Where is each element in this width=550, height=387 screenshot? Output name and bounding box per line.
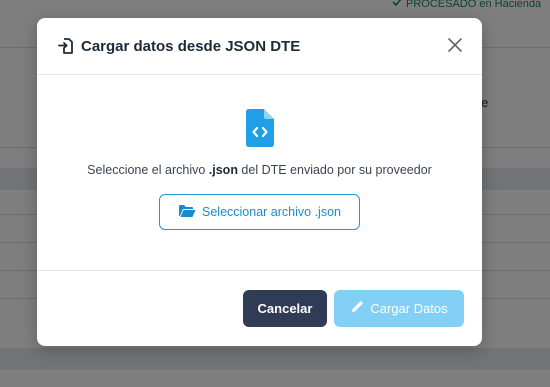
load-data-label: Cargar Datos: [370, 301, 448, 316]
instruction-extension: .json: [208, 163, 238, 177]
close-icon: [448, 37, 462, 55]
pencil-icon: [350, 300, 364, 317]
file-code-icon: [246, 109, 274, 147]
select-file-label: Seleccionar archivo .json: [202, 205, 341, 219]
instruction-prefix: Seleccione el archivo: [87, 163, 209, 177]
close-button[interactable]: [444, 35, 466, 57]
cancel-button[interactable]: Cancelar: [243, 290, 327, 327]
load-data-button[interactable]: Cargar Datos: [334, 290, 464, 327]
modal-header: Cargar datos desde JSON DTE: [37, 18, 482, 75]
modal-title: Cargar datos desde JSON DTE: [81, 37, 301, 55]
modal-body: Seleccione el archivo .json del DTE envi…: [37, 75, 482, 271]
folder-open-icon: [178, 204, 196, 221]
instruction-text: Seleccione el archivo .json del DTE envi…: [37, 163, 482, 177]
select-file-button[interactable]: Seleccionar archivo .json: [159, 194, 360, 230]
instruction-suffix: del DTE enviado por su proveedor: [237, 163, 432, 177]
modal-footer: Cancelar Cargar Datos: [37, 271, 482, 346]
load-json-modal: Cargar datos desde JSON DTE Seleccione e…: [37, 18, 482, 346]
file-import-icon: [57, 37, 75, 55]
